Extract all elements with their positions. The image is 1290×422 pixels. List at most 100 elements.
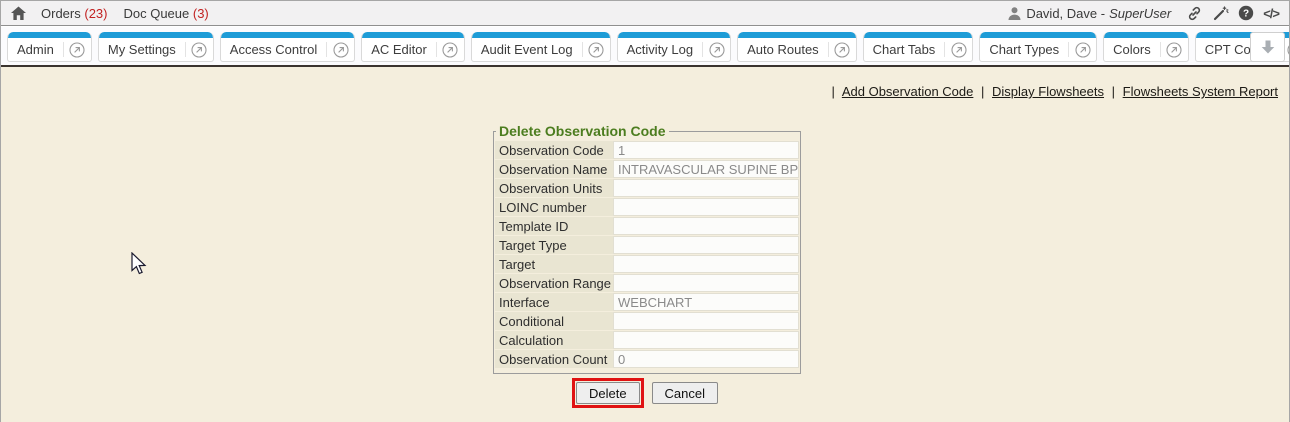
delete-button[interactable]: Delete bbox=[576, 382, 640, 404]
page: Orders (23) Doc Queue (3) David, Dave - … bbox=[0, 0, 1290, 422]
header-nav: Orders (23) Doc Queue (3) bbox=[41, 6, 225, 21]
row-label: Conditional bbox=[495, 312, 613, 330]
row-label: Observation Count bbox=[495, 350, 613, 368]
row-value: INTRAVASCULAR SUPINE BP bbox=[613, 160, 799, 178]
button-row: Delete Cancel bbox=[1, 378, 1289, 408]
user-role: SuperUser bbox=[1109, 6, 1171, 21]
tab-body: Audit Event Log bbox=[472, 38, 610, 61]
tab-label: Auto Routes bbox=[738, 42, 828, 57]
observation-table: Observation Code 1 Observation Name INTR… bbox=[495, 141, 799, 368]
nav-item-label: Orders bbox=[41, 6, 81, 21]
open-in-new-icon[interactable] bbox=[327, 42, 354, 58]
open-in-new-icon[interactable] bbox=[64, 42, 91, 58]
open-in-new-icon[interactable] bbox=[829, 42, 856, 58]
cancel-button[interactable]: Cancel bbox=[652, 382, 718, 404]
open-in-new-icon[interactable] bbox=[703, 42, 730, 58]
tab-label: Chart Tabs bbox=[864, 42, 945, 57]
tab-body: Colors bbox=[1104, 38, 1188, 61]
admin-tab[interactable]: Access Control bbox=[220, 32, 355, 62]
admin-tab[interactable]: Admin bbox=[7, 32, 92, 62]
row-label: Interface bbox=[495, 293, 613, 311]
row-value bbox=[613, 236, 799, 254]
open-in-new-icon[interactable] bbox=[1161, 42, 1188, 58]
row-value bbox=[613, 312, 799, 330]
table-row: Observation Units bbox=[495, 179, 799, 197]
open-in-new-icon[interactable] bbox=[583, 42, 610, 58]
link-group: | Flowsheets System Report bbox=[1108, 84, 1278, 99]
tab-label: Audit Event Log bbox=[472, 42, 582, 57]
table-row: Calculation bbox=[495, 331, 799, 349]
link-icon[interactable] bbox=[1186, 5, 1203, 22]
row-value: WEBCHART bbox=[613, 293, 799, 311]
user-name: David, Dave - bbox=[1026, 6, 1105, 21]
admin-tab[interactable]: AC Editor bbox=[361, 32, 465, 62]
action-link[interactable]: Add Observation Code bbox=[842, 84, 974, 99]
tab-label: Access Control bbox=[221, 42, 326, 57]
table-row: Observation Count 0 bbox=[495, 350, 799, 368]
row-label: Target bbox=[495, 255, 613, 273]
action-link[interactable]: Display Flowsheets bbox=[992, 84, 1104, 99]
nav-item-count: (23) bbox=[84, 6, 107, 21]
row-label: LOINC number bbox=[495, 198, 613, 216]
tab-bar: Admin My Settings bbox=[1, 27, 1289, 67]
admin-tab[interactable]: Activity Log bbox=[617, 32, 731, 62]
tab-label: Chart Types bbox=[980, 42, 1068, 57]
tab-body: Auto Routes bbox=[738, 38, 856, 61]
action-link[interactable]: Flowsheets System Report bbox=[1123, 84, 1278, 99]
nav-item-count: (3) bbox=[193, 6, 209, 21]
admin-tab[interactable]: Auto Routes bbox=[737, 32, 857, 62]
open-in-new-icon[interactable] bbox=[186, 42, 213, 58]
admin-tab[interactable]: My Settings bbox=[98, 32, 214, 62]
admin-tab[interactable]: Chart Types bbox=[979, 32, 1097, 62]
row-label: Observation Name bbox=[495, 160, 613, 178]
highlight-annotation: Delete bbox=[572, 378, 644, 408]
table-row: Observation Name INTRAVASCULAR SUPINE BP bbox=[495, 160, 799, 178]
action-links: | Add Observation Code | Display Flowshe… bbox=[828, 84, 1278, 99]
admin-tab[interactable]: Audit Event Log bbox=[471, 32, 611, 62]
admin-tab[interactable]: Chart Tabs bbox=[863, 32, 974, 62]
home-icon[interactable] bbox=[10, 6, 27, 21]
table-row: Interface WEBCHART bbox=[495, 293, 799, 311]
tab-body: Admin bbox=[8, 38, 91, 61]
open-in-new-icon[interactable] bbox=[437, 42, 464, 58]
code-icon[interactable]: </> bbox=[1263, 6, 1279, 21]
tab-body: Activity Log bbox=[618, 38, 730, 61]
table-row: Observation Code 1 bbox=[495, 141, 799, 159]
table-row: Conditional bbox=[495, 312, 799, 330]
header-nav-item[interactable]: Orders (23) bbox=[41, 6, 107, 21]
header-right: David, Dave - SuperUser ? </> bbox=[1007, 5, 1279, 22]
link-group: | Add Observation Code bbox=[828, 84, 977, 99]
svg-text:?: ? bbox=[1243, 8, 1249, 19]
nav-item-label: Doc Queue bbox=[123, 6, 189, 21]
open-in-new-icon[interactable] bbox=[1069, 42, 1096, 58]
table-row: LOINC number bbox=[495, 198, 799, 216]
tab-label: My Settings bbox=[99, 42, 185, 57]
wand-icon[interactable] bbox=[1212, 5, 1229, 22]
user-icon bbox=[1007, 6, 1022, 21]
row-value: 1 bbox=[613, 141, 799, 159]
tab-label: Admin bbox=[8, 42, 63, 57]
row-label: Target Type bbox=[495, 236, 613, 254]
tab-label: AC Editor bbox=[362, 42, 436, 57]
row-value: 0 bbox=[613, 350, 799, 368]
tab-body: Access Control bbox=[221, 38, 354, 61]
table-row: Template ID bbox=[495, 217, 799, 235]
tab-overflow-button[interactable] bbox=[1250, 32, 1285, 62]
link-separator: | bbox=[832, 84, 835, 99]
down-arrow-icon bbox=[1259, 38, 1277, 56]
top-header: Orders (23) Doc Queue (3) David, Dave - … bbox=[1, 1, 1289, 26]
help-icon[interactable]: ? bbox=[1238, 5, 1254, 21]
row-label: Observation Code bbox=[495, 141, 613, 159]
tab-body: My Settings bbox=[99, 38, 213, 61]
open-in-new-icon[interactable] bbox=[945, 42, 972, 58]
tab-body: Chart Tabs bbox=[864, 38, 973, 61]
row-label: Observation Range bbox=[495, 274, 613, 292]
header-nav-item[interactable]: Doc Queue (3) bbox=[123, 6, 208, 21]
tab-body: Chart Types bbox=[980, 38, 1096, 61]
tab-label: Activity Log bbox=[618, 42, 702, 57]
row-value bbox=[613, 217, 799, 235]
content-area: | Add Observation Code | Display Flowshe… bbox=[1, 67, 1289, 422]
row-label: Calculation bbox=[495, 331, 613, 349]
row-value bbox=[613, 198, 799, 216]
admin-tab[interactable]: Colors bbox=[1103, 32, 1189, 62]
